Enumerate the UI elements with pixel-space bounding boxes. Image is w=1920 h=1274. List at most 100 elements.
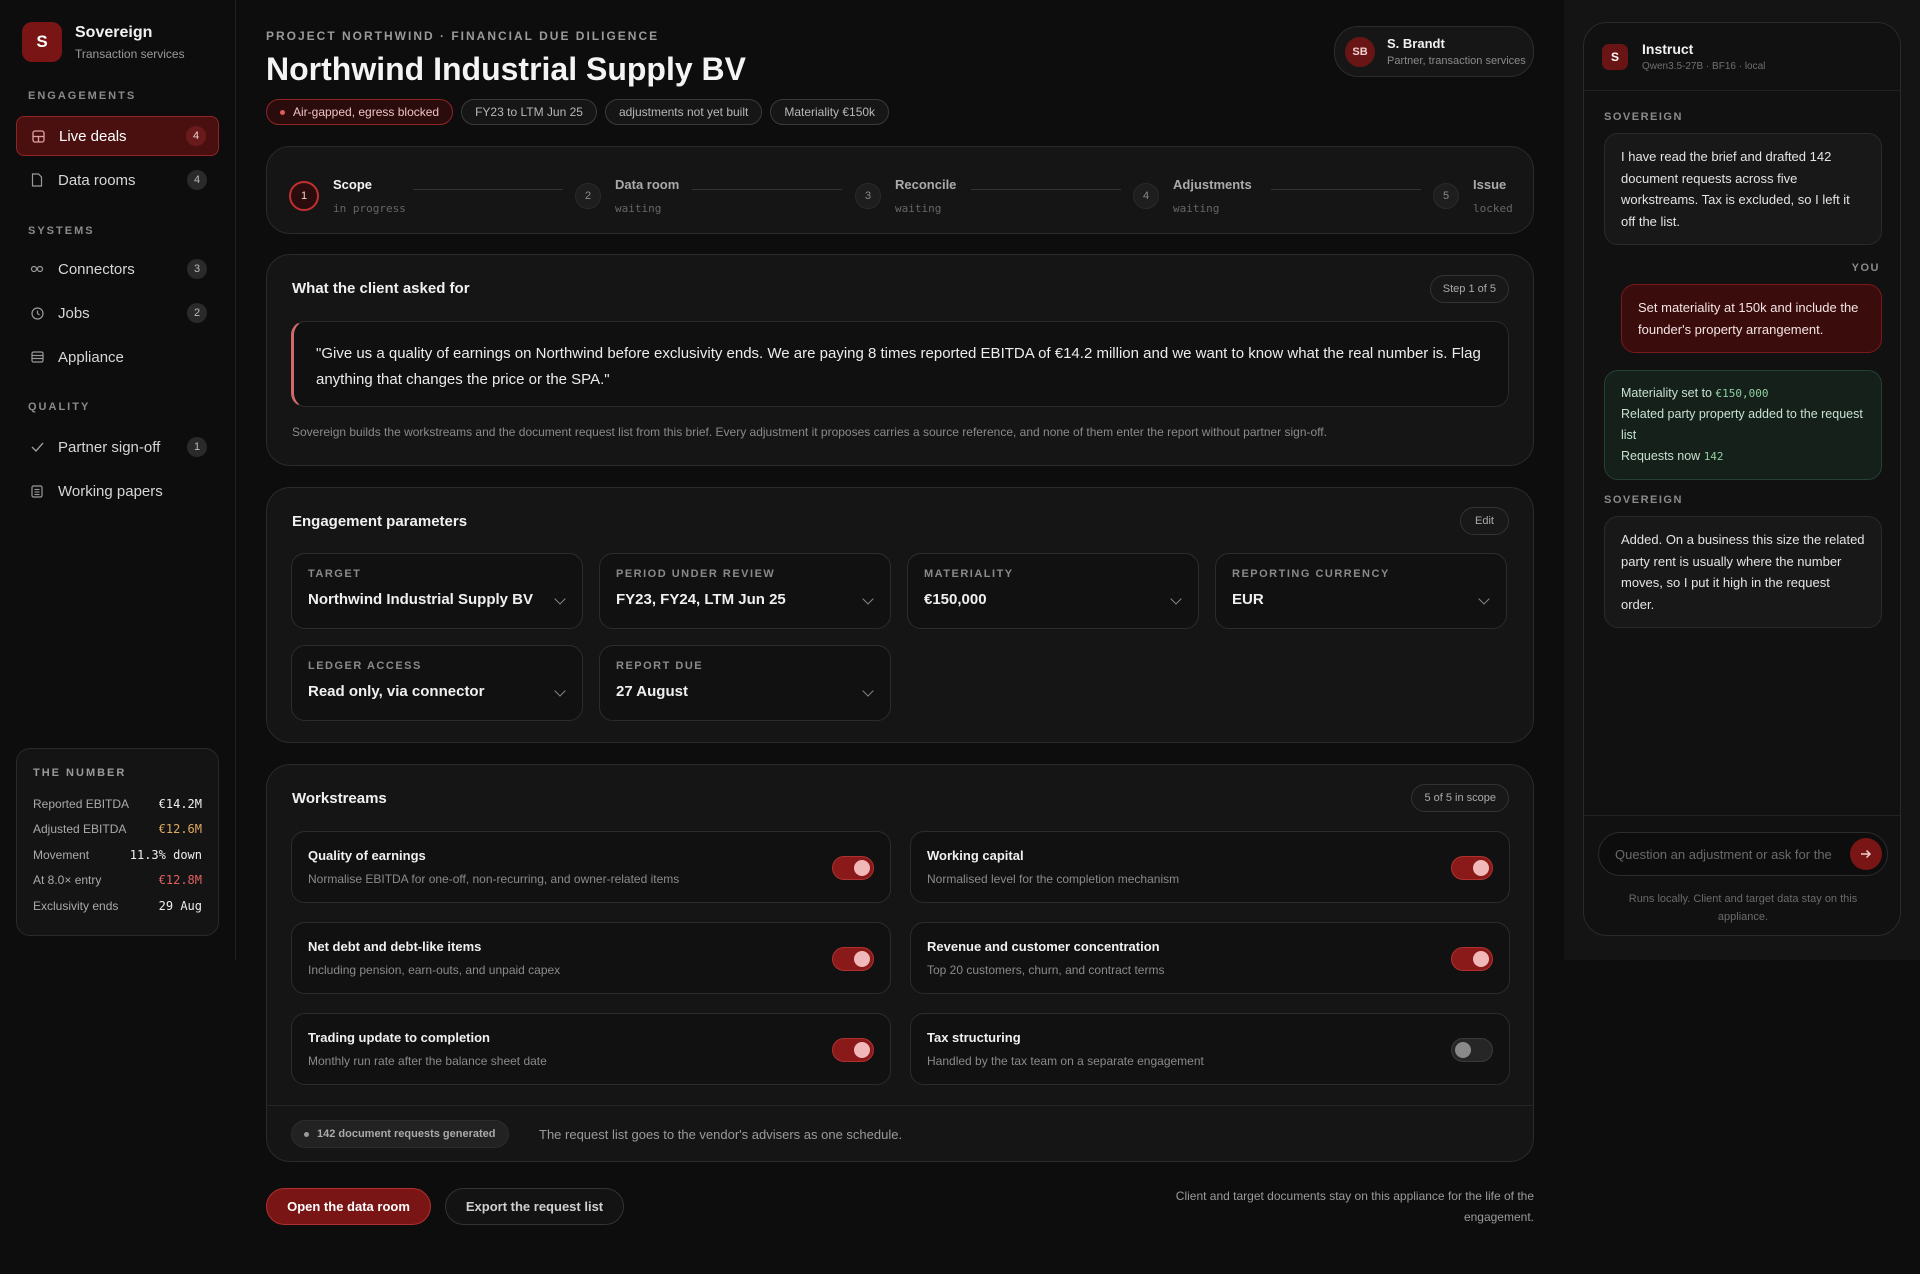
step-reconcile[interactable]: 3 Reconcile waiting — [855, 177, 956, 215]
sidebar-item-appliance[interactable]: Appliance — [16, 337, 219, 377]
workstream-desc: Handled by the tax team on a separate en… — [927, 1054, 1204, 1068]
sender-label: SOVEREIGN — [1604, 111, 1683, 123]
sidebar-item-label: Partner sign-off — [58, 438, 161, 456]
export-request-list-button[interactable]: Export the request list — [445, 1188, 624, 1225]
step-adjustments[interactable]: 4 Adjustments waiting — [1133, 177, 1252, 215]
currency-select[interactable]: REPORTING CURRENCY EUR — [1215, 553, 1507, 629]
open-data-room-button[interactable]: Open the data room — [266, 1188, 431, 1225]
system-value: €150,000 — [1715, 387, 1769, 400]
link-icon — [30, 262, 44, 276]
adjustments-chip: adjustments not yet built — [604, 99, 763, 125]
workstream-desc: Top 20 customers, churn, and contract te… — [927, 963, 1165, 977]
brand-name: Sovereign — [75, 23, 153, 41]
sidebar-item-connectors[interactable]: Connectors 3 — [16, 249, 219, 289]
field-value: €150,000 — [924, 591, 987, 608]
workstream-toggle[interactable] — [832, 1038, 874, 1062]
arrow-right-icon — [1861, 849, 1872, 859]
workstream-toggle[interactable] — [832, 856, 874, 880]
system-update: Materiality set to €150,000 Related part… — [1604, 370, 1882, 480]
workstream-toggle[interactable] — [1451, 1038, 1493, 1062]
report-due-select[interactable]: REPORT DUE 27 August — [599, 645, 891, 721]
workstream-toggle[interactable] — [1451, 947, 1493, 971]
step-name: Issue — [1473, 177, 1507, 192]
sidebar-item-partner-sign-off[interactable]: Partner sign-off 1 — [16, 427, 219, 467]
materiality-chip: Materiality €150k — [770, 99, 890, 125]
page-title: Northwind Industrial Supply BV — [266, 51, 746, 87]
sidebar-item-working-papers[interactable]: Working papers — [16, 471, 219, 511]
the-number-title: THE NUMBER — [33, 767, 127, 779]
air-gapped-chip: Air-gapped, egress blocked — [266, 99, 454, 125]
step-data-room[interactable]: 2 Data room waiting — [575, 177, 679, 215]
brand-subtitle: Transaction services — [75, 46, 185, 61]
sidebar: S Sovereign Transaction services ENGAGEM… — [0, 0, 236, 960]
server-icon — [30, 350, 44, 364]
period-select[interactable]: PERIOD UNDER REVIEW FY23, FY24, LTM Jun … — [599, 553, 891, 629]
number-label: Reported EBITDA — [33, 796, 130, 811]
number-row: Adjusted EBITDA €12.6M — [33, 817, 202, 843]
sidebar-item-jobs[interactable]: Jobs 2 — [16, 293, 219, 333]
field-value: EUR — [1232, 591, 1264, 608]
step-status: waiting — [615, 202, 662, 215]
sidebar-item-data-rooms[interactable]: Data rooms 4 — [16, 160, 219, 200]
step-connector — [971, 189, 1121, 190]
status-dot-icon — [304, 1131, 309, 1137]
number-value: €14.2M — [158, 796, 202, 811]
section-engagements: ENGAGEMENTS — [28, 90, 137, 102]
edit-button[interactable]: Edit — [1460, 507, 1509, 535]
ledger-access-select[interactable]: LEDGER ACCESS Read only, via connector — [291, 645, 583, 721]
sidebar-item-label: Working papers — [58, 482, 163, 500]
user-menu[interactable]: SB S. Brandt Partner, transaction servic… — [1334, 26, 1534, 77]
sidebar-item-label: Connectors — [58, 260, 135, 278]
field-value: 27 August — [616, 683, 688, 700]
step-number: 4 — [1133, 183, 1159, 209]
system-text: Requests now — [1621, 449, 1704, 463]
system-line: Requests now 142 — [1621, 446, 1865, 467]
workstream-toggle[interactable] — [832, 947, 874, 971]
toggle-knob — [854, 1042, 870, 1058]
chat-title: Instruct — [1642, 41, 1694, 57]
step-issue[interactable]: 5 Issue locked — [1433, 177, 1513, 215]
toggle-knob — [1473, 951, 1489, 967]
grid-icon — [31, 129, 45, 143]
sidebar-item-live-deals[interactable]: Live deals 4 — [16, 116, 219, 156]
send-button[interactable] — [1850, 838, 1882, 870]
workstream-trading-update: Trading update to completion Monthly run… — [291, 1013, 891, 1085]
sender-label: YOU — [1851, 262, 1880, 274]
step-name: Reconcile — [895, 177, 957, 192]
check-icon — [30, 440, 44, 454]
workstream-title: Quality of earnings — [308, 848, 426, 863]
breadcrumb: PROJECT NORTHWIND · FINANCIAL DUE DILIGE… — [266, 29, 660, 43]
number-label: At 8.0× entry — [33, 873, 102, 888]
number-value: 29 Aug — [158, 898, 202, 913]
workstreams-card: Workstreams 5 of 5 in scope Quality of e… — [266, 764, 1534, 1162]
sidebar-item-label: Appliance — [58, 348, 124, 366]
chip-label: Air-gapped, egress blocked — [293, 105, 440, 119]
toggle-knob — [1473, 860, 1489, 876]
materiality-select[interactable]: MATERIALITY €150,000 — [907, 553, 1199, 629]
field-label: REPORT DUE — [616, 660, 704, 672]
workstreams-title: Workstreams — [292, 790, 387, 807]
target-select[interactable]: TARGET Northwind Industrial Supply BV — [291, 553, 583, 629]
count-badge: 4 — [187, 170, 207, 190]
workstream-title: Working capital — [927, 848, 1024, 863]
number-value: €12.6M — [158, 822, 202, 837]
workstream-toggle[interactable] — [1451, 856, 1493, 880]
chat-input[interactable]: Question an adjustment or ask for the — [1598, 832, 1888, 876]
parameters-title: Engagement parameters — [292, 513, 468, 530]
workstream-title: Net debt and debt-like items — [308, 939, 482, 954]
field-label: TARGET — [308, 568, 362, 580]
step-name: Data room — [615, 177, 680, 192]
sheet-icon — [30, 484, 44, 498]
number-label: Exclusivity ends — [33, 898, 119, 913]
number-label: Adjusted EBITDA — [33, 822, 127, 837]
toggle-knob — [1455, 1042, 1471, 1058]
brand-logo: S — [22, 22, 62, 62]
field-value: Read only, via connector — [308, 683, 485, 700]
step-status: locked — [1473, 202, 1513, 215]
count-badge: 3 — [187, 259, 207, 279]
workstream-working-capital: Working capital Normalised level for the… — [910, 831, 1510, 903]
chat-footer-note: Runs locally. Client and target data sta… — [1628, 893, 1858, 923]
number-label: Movement — [33, 847, 90, 862]
toggle-knob — [854, 951, 870, 967]
step-scope[interactable]: 1 Scope in progress — [289, 177, 406, 215]
